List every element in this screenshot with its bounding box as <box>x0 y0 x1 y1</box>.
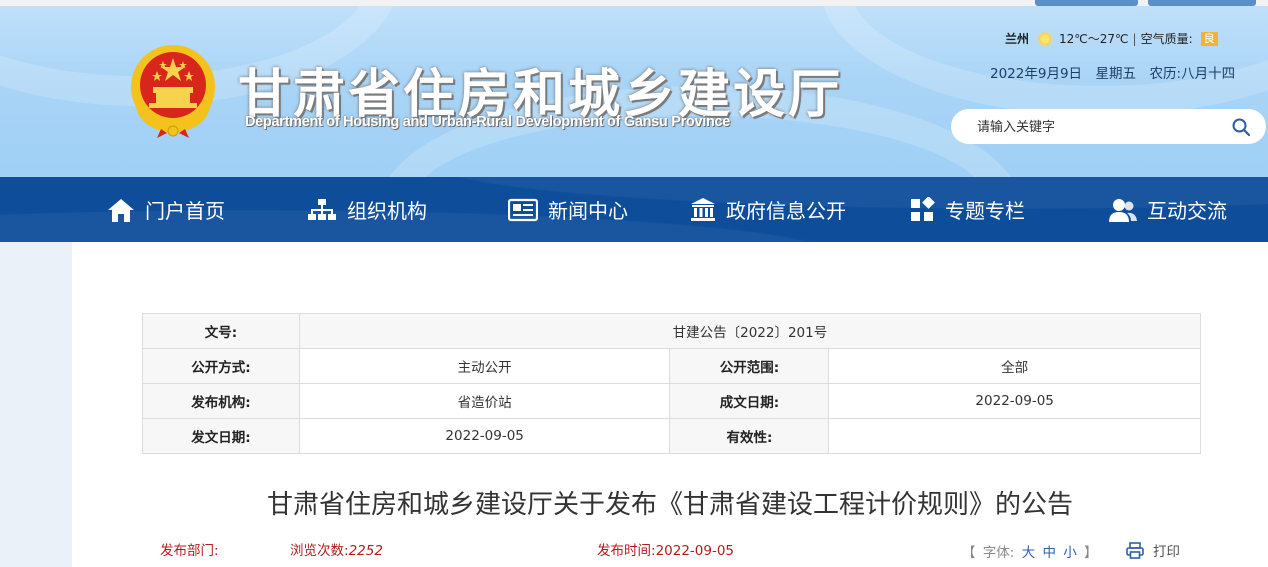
issuer-value: 省造价站 <box>298 383 671 419</box>
table-row: 文号: 甘建公告〔2022〕201号 <box>142 313 1202 349</box>
font-size-prefix: 【 字体: <box>962 545 1015 561</box>
weather-separator: | <box>1132 31 1137 46</box>
weather-temp: 12℃～27℃ <box>1059 32 1129 46</box>
font-size-suffix: 】 <box>1084 545 1098 561</box>
issued-date-value: 2022-09-05 <box>298 418 671 454</box>
font-small-link[interactable]: 小 <box>1063 545 1077 561</box>
site-subtitle: Department of Housing and Urban-Rural De… <box>245 114 731 130</box>
print-label: 打印 <box>1153 544 1180 560</box>
nav-item-label: 门户首页 <box>145 199 225 223</box>
view-count-label: 浏览次数: <box>290 543 349 559</box>
nav-item-organization[interactable]: 组织机构 <box>307 177 427 242</box>
open-mode-value: 主动公开 <box>298 348 671 384</box>
weather-widget: 兰州 12℃～27℃ | 空气质量: 良 <box>1005 30 1218 47</box>
nav-item-label: 互动交流 <box>1147 199 1227 223</box>
nav-item-label: 专题专栏 <box>945 199 1025 223</box>
font-size-control: 【 字体: 大 中 小 】 <box>962 541 1098 561</box>
publish-time-value: 2022-09-05 <box>655 543 735 559</box>
issued-date-label: 发文日期: <box>142 418 300 454</box>
air-quality-label: 空气质量: <box>1140 32 1193 46</box>
nav-item-home[interactable]: 门户首页 <box>107 177 225 242</box>
search-icon[interactable] <box>1231 117 1251 137</box>
home-icon <box>108 198 134 222</box>
nav-item-topics[interactable]: 专题专栏 <box>909 177 1025 242</box>
main-nav: 门户首页 组织机构 新闻中心 政府信息公开 专题专栏 互动交流 <box>0 177 1268 242</box>
table-row: 发文日期: 2022-09-05 有效性: <box>142 418 1201 454</box>
font-medium-link[interactable]: 中 <box>1042 545 1056 561</box>
air-quality-badge: 良 <box>1200 31 1218 46</box>
org-chart-icon <box>308 198 336 220</box>
national-emblem-logo[interactable] <box>127 41 219 139</box>
table-row: 公开方式: 主动公开 公开范围: 全部 <box>142 348 1201 384</box>
date-line: 2022年9月9日 星期五 农历:八月十四 <box>990 66 1236 82</box>
publish-time: 发布时间:2022-09-05 <box>597 539 734 559</box>
nav-item-gov-info[interactable]: 政府信息公开 <box>690 177 846 242</box>
print-button[interactable]: 打印 <box>1126 540 1180 560</box>
validity-value <box>828 418 1201 454</box>
font-large-link[interactable]: 大 <box>1022 545 1036 561</box>
view-count: 浏览次数:2252 <box>290 539 383 559</box>
created-date-value: 2022-09-05 <box>828 383 1201 419</box>
header-decoration <box>820 6 1268 116</box>
doc-number-value: 甘建公告〔2022〕201号 <box>298 313 1202 349</box>
government-building-icon <box>691 197 715 221</box>
table-row: 发布机构: 省造价站 成文日期: 2022-09-05 <box>142 383 1201 419</box>
nav-item-label: 新闻中心 <box>548 199 628 223</box>
article-title: 甘肃省住房和城乡建设厅关于发布《甘肃省建设工程计价规则》的公告 <box>266 490 1073 520</box>
created-date-label: 成文日期: <box>669 383 830 419</box>
nav-item-label: 政府信息公开 <box>726 199 846 223</box>
search-box <box>951 109 1266 144</box>
doc-number-label: 文号: <box>142 313 300 349</box>
open-mode-label: 公开方式: <box>142 348 300 384</box>
validity-label: 有效性: <box>669 418 830 454</box>
view-count-value: 2252 <box>348 543 383 559</box>
printer-icon <box>1126 541 1144 559</box>
issuer-label: 发布机构: <box>142 383 300 419</box>
site-header: 甘肃省住房和城乡建设厅 Department of Housing and Ur… <box>0 6 1268 177</box>
nav-item-interaction[interactable]: 互动交流 <box>1109 177 1227 242</box>
users-icon <box>1109 198 1137 222</box>
publish-dept-label: 发布部门: <box>160 543 219 559</box>
sunny-icon <box>1039 32 1052 45</box>
nav-item-label: 组织机构 <box>347 199 427 223</box>
document-meta-table: 文号: 甘建公告〔2022〕201号 公开方式: 主动公开 公开范围: 全部 发… <box>142 313 1202 454</box>
publish-time-label: 发布时间: <box>597 543 656 559</box>
newspaper-icon <box>508 198 538 221</box>
nav-item-news[interactable]: 新闻中心 <box>508 177 628 242</box>
grid-icon <box>911 196 935 221</box>
search-input[interactable] <box>977 117 1217 137</box>
open-scope-label: 公开范围: <box>669 348 830 384</box>
weather-city: 兰州 <box>1005 32 1030 46</box>
open-scope-value: 全部 <box>828 348 1201 384</box>
